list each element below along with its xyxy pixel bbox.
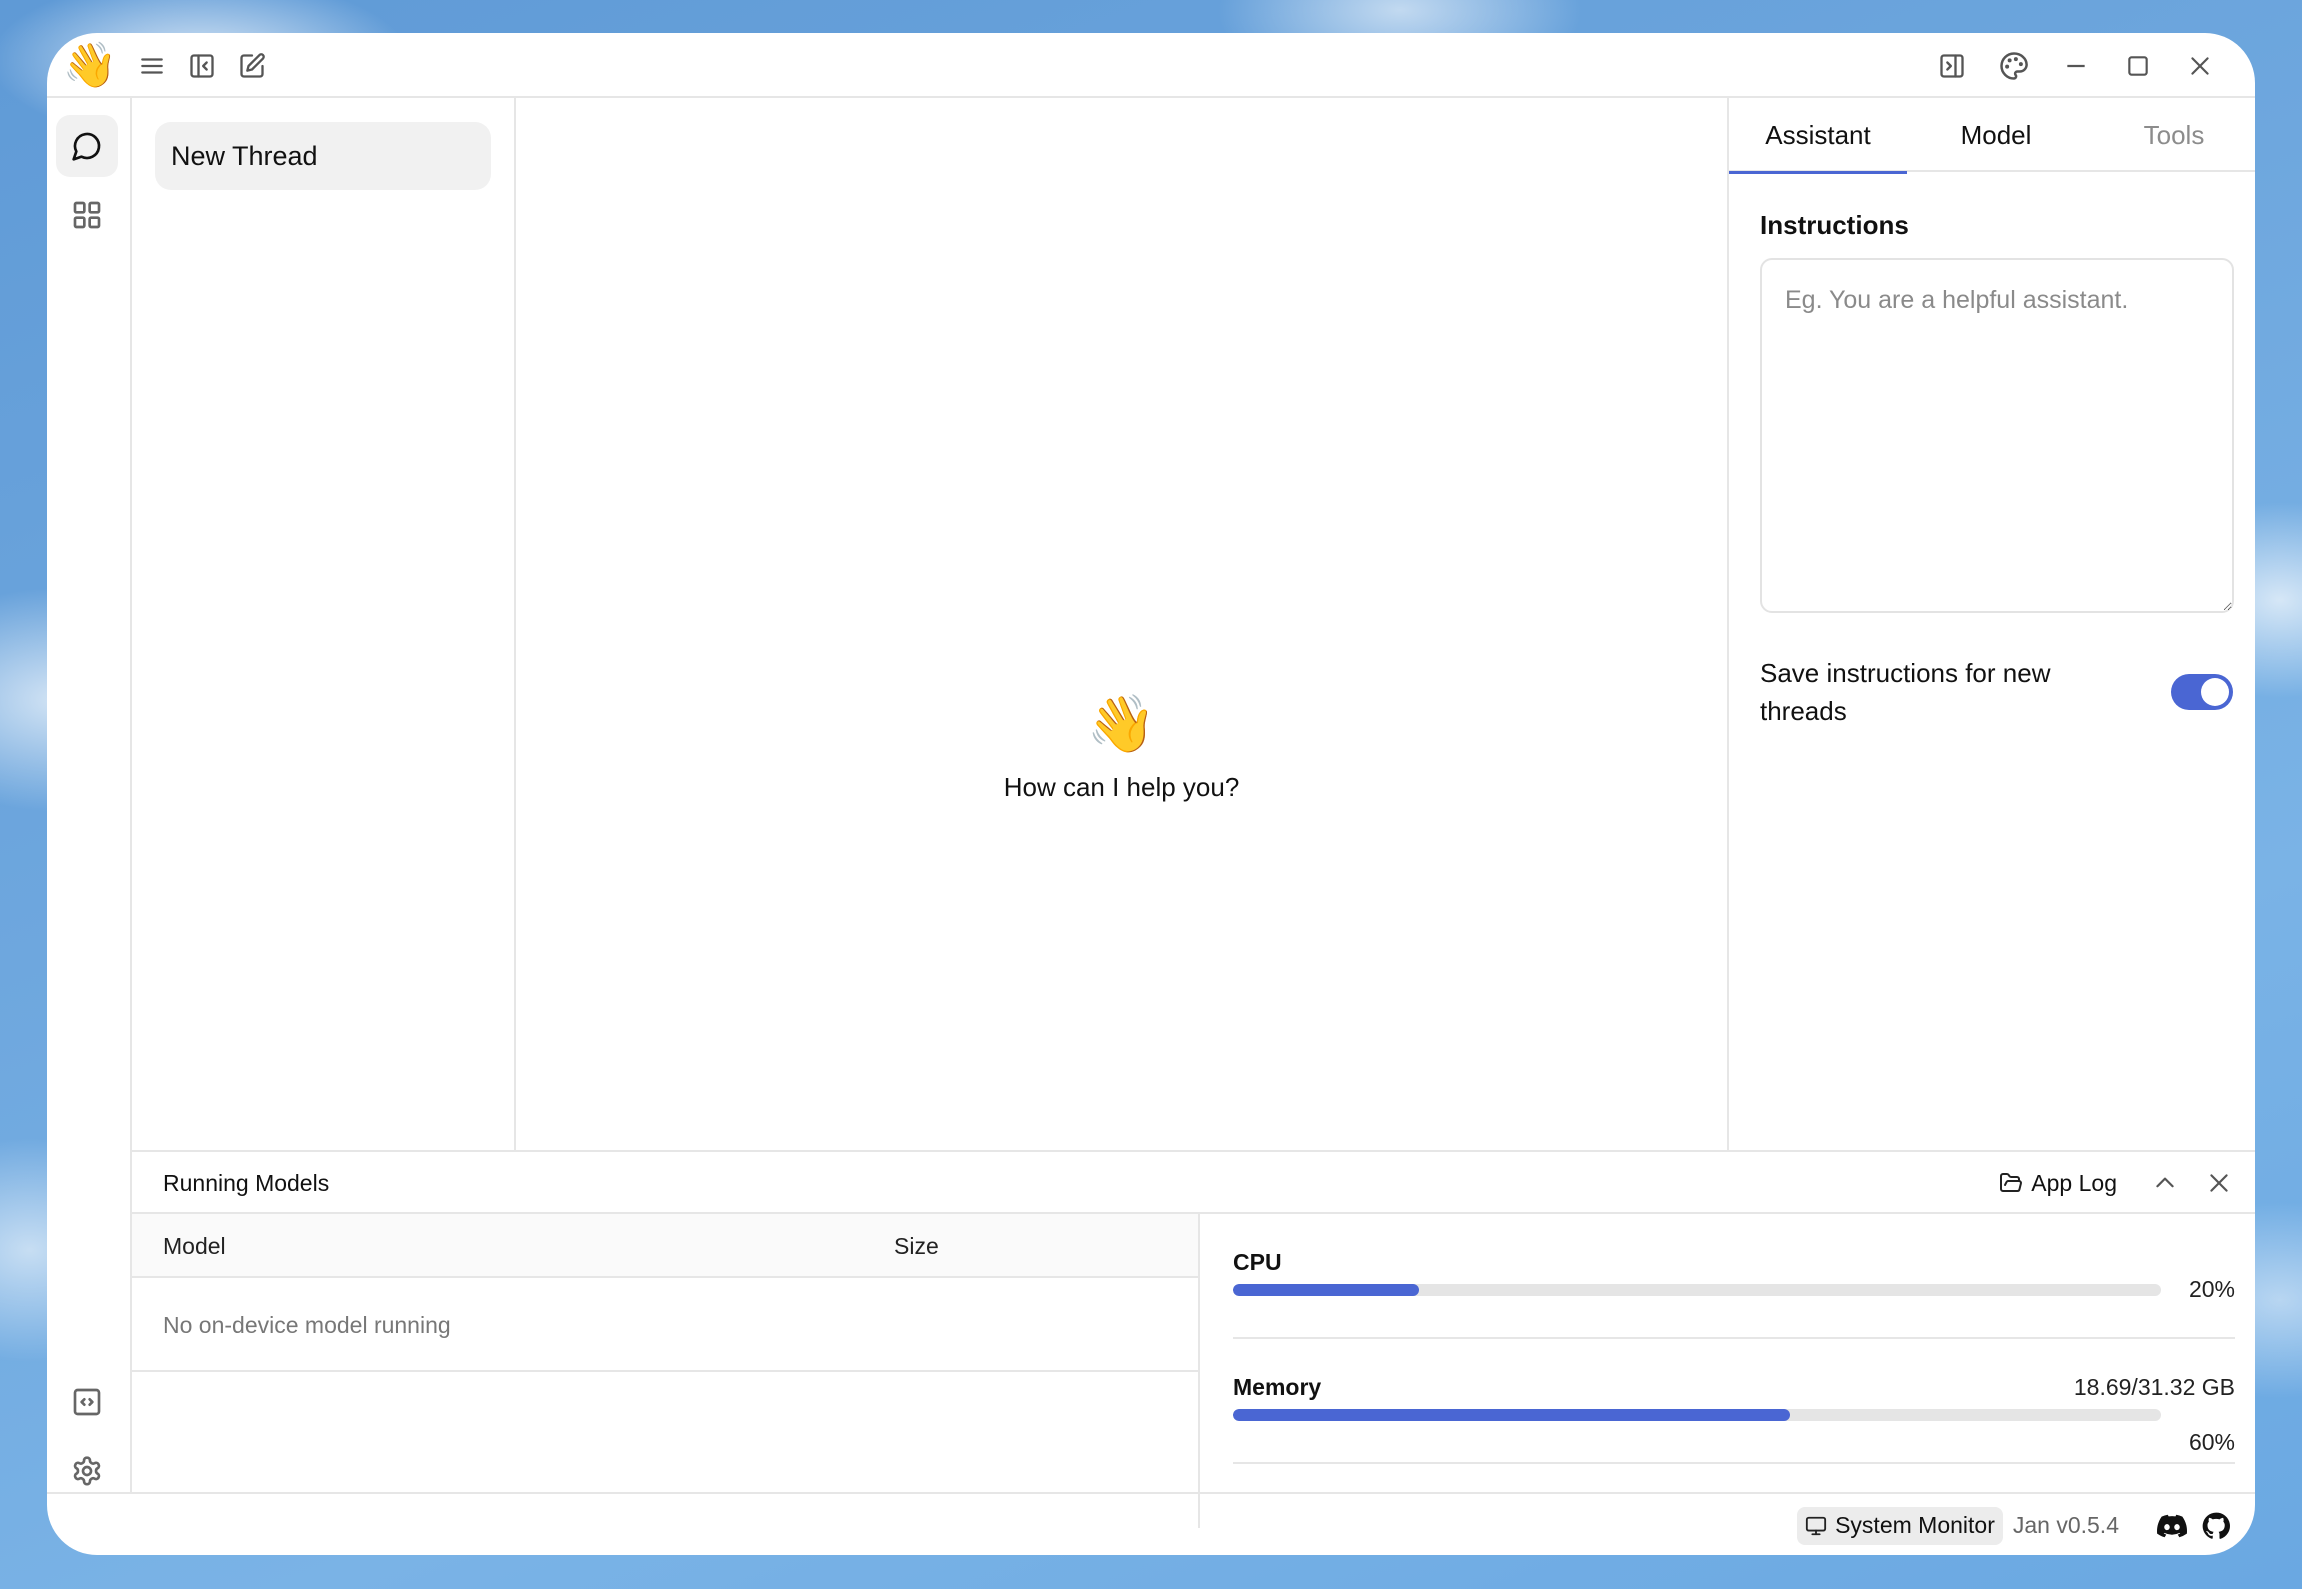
app-version: Jan v0.5.4: [2012, 1512, 2119, 1538]
thread-item[interactable]: New Thread: [155, 122, 491, 190]
chat-area: 👋 How can I help you?: [516, 98, 1727, 1150]
cpu-percent: 20%: [2188, 1276, 2235, 1302]
system-monitor-label: System Monitor: [1835, 1512, 1995, 1538]
settings-tabs: Assistant Model Tools: [1729, 98, 2255, 174]
toggle-knob: [2201, 678, 2229, 706]
memory-percent: 60%: [2188, 1429, 2235, 1455]
palette-icon[interactable]: [1989, 41, 2039, 91]
new-thread-icon[interactable]: [227, 41, 277, 91]
app-log-label: App Log: [2031, 1169, 2117, 1196]
save-instructions-label: Save instructions for new threads: [1760, 658, 2051, 726]
cpu-progress-bar: [1233, 1284, 2161, 1296]
system-monitor-header: Running Models App Log: [132, 1152, 2255, 1214]
memory-usage: 18.69/31.32 GB: [2073, 1374, 2235, 1400]
nav-chat-button[interactable]: [56, 115, 118, 177]
folder-open-icon: [1999, 1171, 2023, 1195]
title-bar: 👋: [47, 33, 2255, 98]
app-window: 👋 New Thread 👋 How can I help you? Assis…: [47, 33, 2255, 1555]
welcome-screen: 👋 How can I help you?: [516, 696, 1727, 803]
table-row: No on-device model running: [132, 1278, 1198, 1372]
thread-list: New Thread: [132, 98, 516, 1150]
nav-rail: [47, 98, 132, 1492]
status-bar: System Monitor Jan v0.5.4: [47, 1492, 2255, 1555]
toggle-right-panel-icon[interactable]: [1927, 41, 1977, 91]
thread-settings-panel: Assistant Model Tools Instructions Save …: [1727, 98, 2255, 1150]
memory-progress-bar: [1233, 1409, 2161, 1421]
column-size: Size: [894, 1232, 939, 1259]
welcome-text: How can I help you?: [1003, 772, 1240, 802]
menu-icon[interactable]: [127, 41, 177, 91]
tab-assistant[interactable]: Assistant: [1729, 98, 1907, 174]
column-model: Model: [163, 1232, 226, 1259]
nav-hub-button[interactable]: [56, 184, 118, 246]
app-logo-waving-hand-icon: 👋: [62, 40, 118, 90]
cpu-label: CPU: [1233, 1249, 1282, 1275]
empty-message: No on-device model running: [163, 1311, 451, 1338]
app-log-button[interactable]: App Log: [1999, 1170, 2117, 1197]
cpu-progress-fill: [1233, 1284, 1419, 1296]
collapse-left-panel-icon[interactable]: [177, 41, 227, 91]
save-instructions-toggle[interactable]: [2171, 674, 2233, 710]
system-monitor-panel: Running Models App Log Model Size No on-…: [132, 1150, 2255, 1528]
instructions-label: Instructions: [1760, 210, 1909, 240]
github-icon[interactable]: [2199, 1509, 2233, 1543]
thread-title: New Thread: [171, 140, 318, 171]
local-api-server-icon: [71, 1386, 103, 1418]
memory-progress-fill: [1233, 1409, 1790, 1421]
minimize-icon[interactable]: [2051, 41, 2101, 91]
cpu-metric: CPU 20%: [1233, 1214, 2235, 1339]
resource-monitor: CPU 20% Memory 18.69/31.32 GB 60%: [1202, 1214, 2255, 1528]
chat-icon: [71, 130, 103, 162]
discord-icon[interactable]: [2155, 1509, 2189, 1543]
chevron-up-icon[interactable]: [2147, 1165, 2183, 1201]
table-header: Model Size: [132, 1214, 1198, 1278]
settings-gear-icon: [71, 1455, 103, 1487]
running-models-table: Model Size No on-device model running: [132, 1214, 1200, 1528]
maximize-icon[interactable]: [2113, 41, 2163, 91]
nav-local-api-server-button[interactable]: [56, 1371, 118, 1433]
waving-hand-icon: 👋: [1086, 692, 1157, 755]
tab-model[interactable]: Model: [1907, 98, 2085, 172]
close-icon[interactable]: [2175, 41, 2225, 91]
monitor-icon: [1805, 1515, 1827, 1537]
running-models-title: Running Models: [163, 1169, 330, 1196]
tab-tools[interactable]: Tools: [2085, 98, 2255, 172]
memory-label: Memory: [1233, 1374, 1322, 1400]
memory-metric: Memory 18.69/31.32 GB 60%: [1233, 1339, 2235, 1464]
instructions-input[interactable]: [1760, 258, 2234, 613]
hub-grid-icon: [71, 199, 103, 231]
system-monitor-button[interactable]: System Monitor: [1797, 1506, 2003, 1545]
close-panel-icon[interactable]: [2201, 1165, 2237, 1201]
